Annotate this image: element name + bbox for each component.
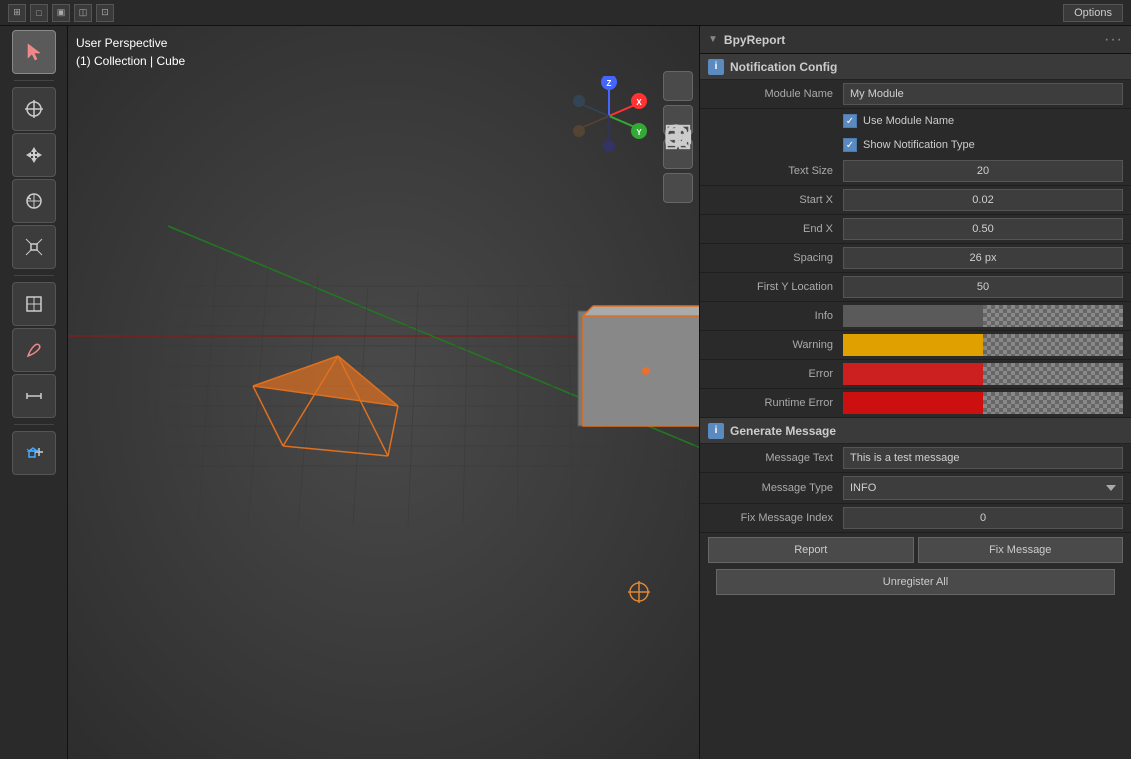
generate-message-header[interactable]: i Generate Message: [700, 418, 1131, 444]
text-size-label: Text Size: [708, 165, 843, 177]
warning-color-row: Warning: [700, 331, 1131, 360]
fix-message-index-input[interactable]: [843, 507, 1123, 529]
module-name-label: Module Name: [708, 88, 843, 100]
info-color-label: Info: [708, 310, 843, 322]
unregister-all-button[interactable]: Unregister All: [716, 569, 1115, 595]
runtime-error-color-swatch[interactable]: [843, 392, 1123, 414]
viewport-right-tools: [663, 71, 693, 203]
message-text-label: Message Text: [708, 452, 843, 464]
toolbar-separator-2: [14, 275, 54, 276]
notification-config-title: Notification Config: [730, 60, 837, 74]
move-tool-button[interactable]: [12, 133, 56, 177]
fix-message-index-row: Fix Message Index: [700, 504, 1131, 533]
error-color-swatch[interactable]: [843, 363, 1123, 385]
start-x-label: Start X: [708, 194, 843, 206]
error-color-row: Error: [700, 360, 1131, 389]
crosshair-indicator: [627, 580, 651, 604]
message-text-row: Message Text: [700, 444, 1131, 473]
spacing-row: Spacing: [700, 244, 1131, 273]
svg-text:Z: Z: [607, 79, 612, 88]
end-x-row: End X: [700, 215, 1131, 244]
message-type-label: Message Type: [708, 482, 843, 494]
layout-icon-2[interactable]: ▣: [52, 4, 70, 22]
perspective-label: User Perspective: [76, 34, 185, 52]
editor-type-icon[interactable]: ⊞: [8, 4, 26, 22]
toolbar-separator-3: [14, 424, 54, 425]
layout-icon-1[interactable]: □: [30, 4, 48, 22]
annotate-tool-button[interactable]: [12, 328, 56, 372]
unregister-row: Unregister All: [700, 567, 1131, 603]
end-x-label: End X: [708, 223, 843, 235]
right-panel: ▼ BpyReport ··· i Notification Config Mo…: [699, 26, 1131, 759]
left-toolbar: [0, 26, 68, 759]
spacing-input[interactable]: [843, 247, 1123, 269]
message-text-input[interactable]: [843, 447, 1123, 469]
use-module-name-label: Use Module Name: [863, 115, 954, 127]
measure-tool-button[interactable]: [12, 374, 56, 418]
info-color-swatch[interactable]: [843, 305, 1123, 327]
warning-color-swatch[interactable]: [843, 334, 1123, 356]
start-x-row: Start X: [700, 186, 1131, 215]
report-button[interactable]: Report: [708, 537, 914, 563]
layout-icon-3[interactable]: ◫: [74, 4, 92, 22]
grid-button[interactable]: [663, 173, 693, 203]
panel-title: BpyReport: [724, 33, 785, 47]
fix-message-index-label: Fix Message Index: [708, 512, 843, 524]
select-tool-button[interactable]: [12, 30, 56, 74]
text-size-input[interactable]: [843, 160, 1123, 182]
runtime-error-color-label: Runtime Error: [708, 397, 843, 409]
start-x-input[interactable]: [843, 189, 1123, 211]
show-notification-type-row: ✓ Show Notification Type: [700, 133, 1131, 157]
runtime-error-color-row: Runtime Error: [700, 389, 1131, 418]
svg-text:Y: Y: [636, 128, 642, 137]
module-name-row: Module Name: [700, 80, 1131, 109]
first-y-label: First Y Location: [708, 281, 843, 293]
layout-icon-4[interactable]: ⊡: [96, 4, 114, 22]
text-size-row: Text Size: [700, 157, 1131, 186]
info-color-row: Info: [700, 302, 1131, 331]
generate-message-title: Generate Message: [730, 424, 836, 438]
toolbar-separator-1: [14, 80, 54, 81]
collection-label: (1) Collection | Cube: [76, 52, 185, 70]
generate-message-icon: i: [708, 423, 724, 439]
end-x-input[interactable]: [843, 218, 1123, 240]
fix-message-button[interactable]: Fix Message: [918, 537, 1124, 563]
notification-config-icon: i: [708, 59, 724, 75]
error-color-label: Error: [708, 368, 843, 380]
show-notification-type-label: Show Notification Type: [863, 139, 975, 151]
report-fix-row: Report Fix Message: [700, 533, 1131, 567]
module-name-input[interactable]: [843, 83, 1123, 105]
panel-collapse-icon[interactable]: ▼: [708, 34, 718, 45]
nav-gizmo[interactable]: Z X Y: [569, 76, 649, 156]
message-type-select[interactable]: INFO WARNING ERROR RUNTIME_ERROR: [843, 476, 1123, 500]
use-module-name-checkbox[interactable]: ✓: [843, 114, 857, 128]
viewport[interactable]: User Perspective (1) Collection | Cube Z…: [68, 26, 699, 759]
spacing-label: Spacing: [708, 252, 843, 264]
add-object-button[interactable]: [12, 431, 56, 475]
notification-config-header[interactable]: i Notification Config: [700, 54, 1131, 80]
show-notification-type-checkbox[interactable]: ✓: [843, 138, 857, 152]
top-bar-icons: ⊞ □ ▣ ◫ ⊡: [8, 4, 114, 22]
options-button[interactable]: Options: [1063, 4, 1123, 22]
panel-header: ▼ BpyReport ···: [700, 26, 1131, 54]
transform-tool-button[interactable]: [12, 282, 56, 326]
nav-gizmo-svg: Z X Y: [569, 76, 649, 156]
use-module-name-row: ✓ Use Module Name: [700, 109, 1131, 133]
message-type-row: Message Type INFO WARNING ERROR RUNTIME_…: [700, 473, 1131, 504]
cursor-tool-button[interactable]: [12, 87, 56, 131]
scale-tool-button[interactable]: [12, 225, 56, 269]
warning-color-label: Warning: [708, 339, 843, 351]
main-area: User Perspective (1) Collection | Cube Z…: [0, 26, 1131, 759]
panel-options-dots[interactable]: ···: [1104, 31, 1123, 49]
svg-text:X: X: [636, 98, 642, 107]
first-y-input[interactable]: [843, 276, 1123, 298]
first-y-row: First Y Location: [700, 273, 1131, 302]
rotate-tool-button[interactable]: [12, 179, 56, 223]
viewport-info: User Perspective (1) Collection | Cube: [76, 34, 185, 70]
top-bar: ⊞ □ ▣ ◫ ⊡ Options: [0, 0, 1131, 26]
